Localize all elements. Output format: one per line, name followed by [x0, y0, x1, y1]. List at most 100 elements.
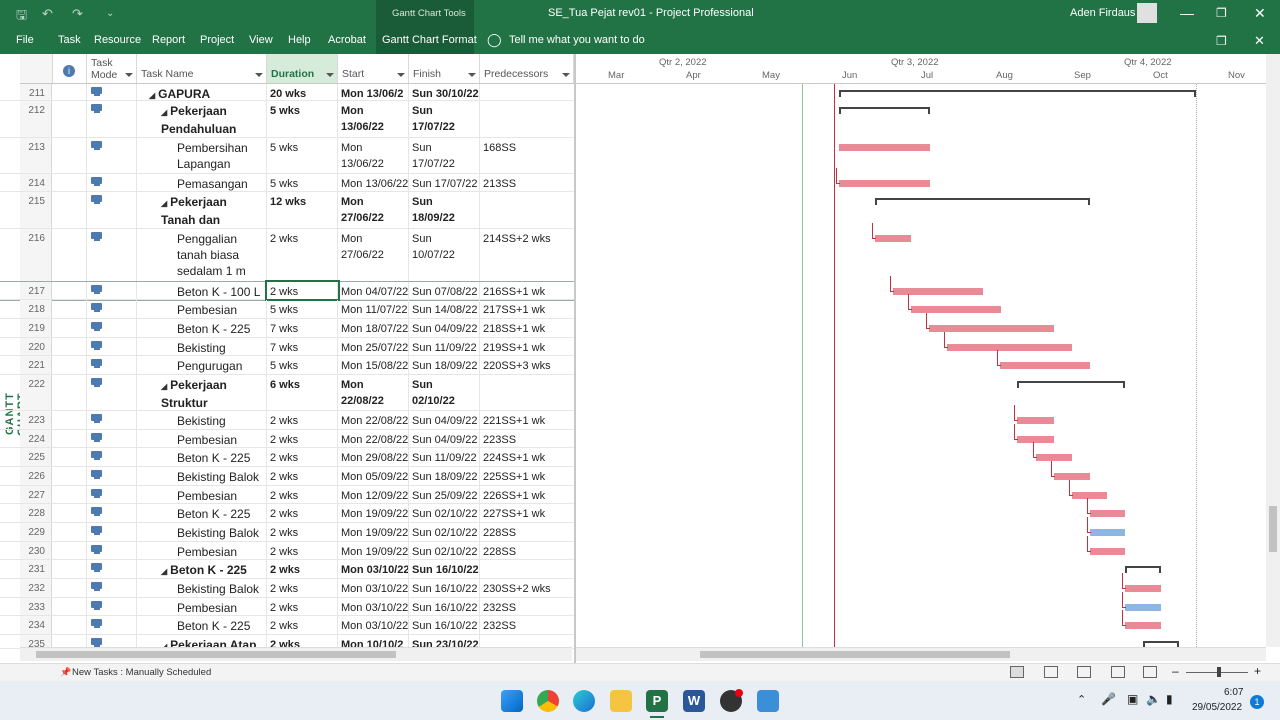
ribbon-close-icon[interactable]: ✕: [1254, 33, 1265, 49]
redo-icon[interactable]: ↷: [72, 6, 83, 22]
duration-cell[interactable]: 2 wks: [267, 448, 338, 466]
table-row[interactable]: 220 Bekisting Ponda 7 wksMon 25/07/22Sun 1…: [0, 338, 574, 356]
duration-cell[interactable]: 6 wks: [267, 375, 338, 410]
tab-view[interactable]: View: [249, 34, 273, 46]
finish-cell[interactable]: Sun 02/10/22: [409, 504, 480, 522]
task-mode-cell[interactable]: [87, 430, 137, 447]
task-mode-cell[interactable]: [87, 523, 137, 541]
row-id[interactable]: 229: [20, 523, 52, 541]
summary-bar[interactable]: [839, 107, 930, 114]
row-id[interactable]: 225: [20, 448, 52, 466]
gantt-view-icon[interactable]: [1010, 666, 1024, 678]
tab-gantt-chart-format[interactable]: Gantt Chart Format: [382, 34, 477, 46]
predecessors-cell[interactable]: 232SS: [480, 616, 574, 634]
gantt-scroll-thumb[interactable]: [700, 651, 1010, 658]
start-cell[interactable]: Mon 22/08/22: [338, 375, 409, 410]
task-bar[interactable]: [1036, 454, 1072, 461]
finish-cell[interactable]: Sun 11/09/22: [409, 448, 480, 466]
row-id[interactable]: 216: [20, 229, 52, 281]
tab-acrobat[interactable]: Acrobat: [328, 34, 366, 46]
row-id[interactable]: 219: [20, 319, 52, 337]
tell-me-search[interactable]: Tell me what you want to do: [509, 34, 645, 46]
row-id[interactable]: 218: [20, 300, 52, 318]
task-mode-cell[interactable]: [87, 448, 137, 466]
start-cell[interactable]: Mon 13/06/22: [338, 174, 409, 191]
table-row[interactable]: 224 Pembesian 2 wks Mon 22/08/22 Sun 04/09/2…: [0, 430, 574, 448]
task-mode-cell[interactable]: [87, 229, 137, 281]
row-id[interactable]: 211: [20, 84, 52, 100]
duration-cell[interactable]: 2 wks: [267, 598, 338, 615]
start-cell[interactable]: Mon 15/08/22: [338, 356, 409, 374]
row-id[interactable]: 228: [20, 504, 52, 522]
task-bar[interactable]: [1090, 510, 1125, 517]
predecessors-cell[interactable]: 224SS+1 wk: [480, 448, 574, 466]
finish-cell[interactable]: Sun 25/09/22: [409, 486, 480, 503]
finish-cell[interactable]: Sun 16/10/22: [409, 598, 480, 615]
start-cell[interactable]: Mon 05/09/22: [338, 467, 409, 485]
finish-cell[interactable]: Sun 17/07/22: [409, 101, 480, 137]
task-name-cell[interactable]: Beton K - 100 L: [137, 282, 267, 299]
finish-cell[interactable]: Sun 11/09/22: [409, 338, 480, 355]
word-icon[interactable]: W: [683, 690, 705, 712]
zoom-slider-thumb[interactable]: [1217, 667, 1221, 677]
table-row[interactable]: 225 Beton K - 225 2 wks Mon 29/08/22 Sun 11/…: [0, 448, 574, 467]
duration-cell[interactable]: 2 wks: [267, 579, 338, 597]
row-id[interactable]: 224: [20, 430, 52, 447]
restore-icon[interactable]: ❐: [1216, 6, 1227, 20]
row-id[interactable]: 214: [20, 174, 52, 191]
zoom-out-icon[interactable]: –: [1172, 664, 1179, 678]
row-id[interactable]: 213: [20, 138, 52, 173]
table-row[interactable]: 223 Bekisting Kolom 2 wksMon 22/08/22Sun 0…: [0, 411, 574, 430]
table-row[interactable]: 215◢Pekerjaan Tanah dan Pondasi12 wksMon…: [0, 192, 574, 229]
new-tasks-mode[interactable]: New Tasks : Manually Scheduled: [72, 667, 211, 678]
chevron-down-icon[interactable]: [125, 73, 133, 77]
undo-icon[interactable]: ↶: [42, 6, 53, 22]
task-name-cell[interactable]: Pengurugan Ker: [137, 356, 267, 374]
column-header-task-name[interactable]: Task Name: [137, 54, 267, 84]
row-id[interactable]: 220: [20, 338, 52, 355]
task-bar[interactable]: [1054, 473, 1090, 480]
close-icon[interactable]: ✕: [1254, 5, 1266, 22]
task-name-cell[interactable]: ◢ Pekerjaan Pendahuluan: [137, 101, 267, 137]
table-row[interactable]: 234 Beton K - 225 2 wks Mon 03/10/22 Sun 16/…: [0, 616, 574, 635]
predecessors-cell[interactable]: 214SS+2 wks: [480, 229, 574, 281]
chevron-down-icon[interactable]: [397, 73, 405, 77]
predecessors-cell[interactable]: 223SS: [480, 430, 574, 447]
vertical-scroll-thumb[interactable]: [1269, 506, 1277, 552]
predecessors-cell[interactable]: [480, 192, 574, 228]
finish-cell[interactable]: Sun 17/07/22: [409, 138, 480, 173]
duration-cell[interactable]: 2 wks: [267, 411, 338, 429]
start-cell[interactable]: Mon 29/08/22: [338, 448, 409, 466]
duration-cell[interactable]: 20 wks: [267, 84, 338, 100]
start-cell[interactable]: Mon 18/07/22: [338, 319, 409, 337]
task-name-cell[interactable]: Bekisting Kolom: [137, 411, 267, 429]
predecessors-cell[interactable]: 228SS: [480, 542, 574, 559]
task-name-cell[interactable]: Pemasangan Bo: [137, 174, 267, 191]
finish-cell[interactable]: Sun 16/10/22: [409, 616, 480, 634]
task-bar[interactable]: [839, 144, 930, 151]
finish-cell[interactable]: Sun 30/10/22: [409, 84, 480, 100]
row-id[interactable]: 231: [20, 560, 52, 578]
avatar[interactable]: [1137, 3, 1157, 23]
task-mode-cell[interactable]: [87, 300, 137, 318]
ribbon-restore-icon[interactable]: ❐: [1216, 34, 1227, 48]
predecessors-cell[interactable]: 216SS+1 wk: [480, 282, 574, 299]
task-mode-cell[interactable]: [87, 542, 137, 559]
table-row[interactable]: 217 Beton K - 100 L 2 wks Mon 04/07/22 Sun 0…: [0, 280, 575, 301]
task-bar[interactable]: [1125, 622, 1161, 629]
duration-cell[interactable]: 5 wks: [267, 300, 338, 318]
row-id[interactable]: 215: [20, 192, 52, 228]
tab-project[interactable]: Project: [200, 34, 234, 46]
task-mode-cell[interactable]: [87, 282, 137, 299]
task-mode-cell[interactable]: [87, 616, 137, 634]
minimize-icon[interactable]: —: [1180, 5, 1194, 21]
table-row[interactable]: 226 Bekisting Balok 2 wks Mon 05/09/22 Sun 1…: [0, 467, 574, 486]
table-row[interactable]: 231 ◢ Beton K - 225 2 wks Mon 03/10/22 Sun 16…: [0, 560, 574, 579]
start-cell[interactable]: Mon 03/10/22: [338, 560, 409, 578]
finish-cell[interactable]: Sun 18/09/22: [409, 467, 480, 485]
start-cell[interactable]: Mon 04/07/22: [338, 282, 409, 299]
predecessors-cell[interactable]: 219SS+1 wk: [480, 338, 574, 355]
task-bar[interactable]: [947, 344, 1072, 351]
duration-cell[interactable]: 2 wks: [267, 486, 338, 503]
predecessors-cell[interactable]: 225SS+1 wk: [480, 467, 574, 485]
